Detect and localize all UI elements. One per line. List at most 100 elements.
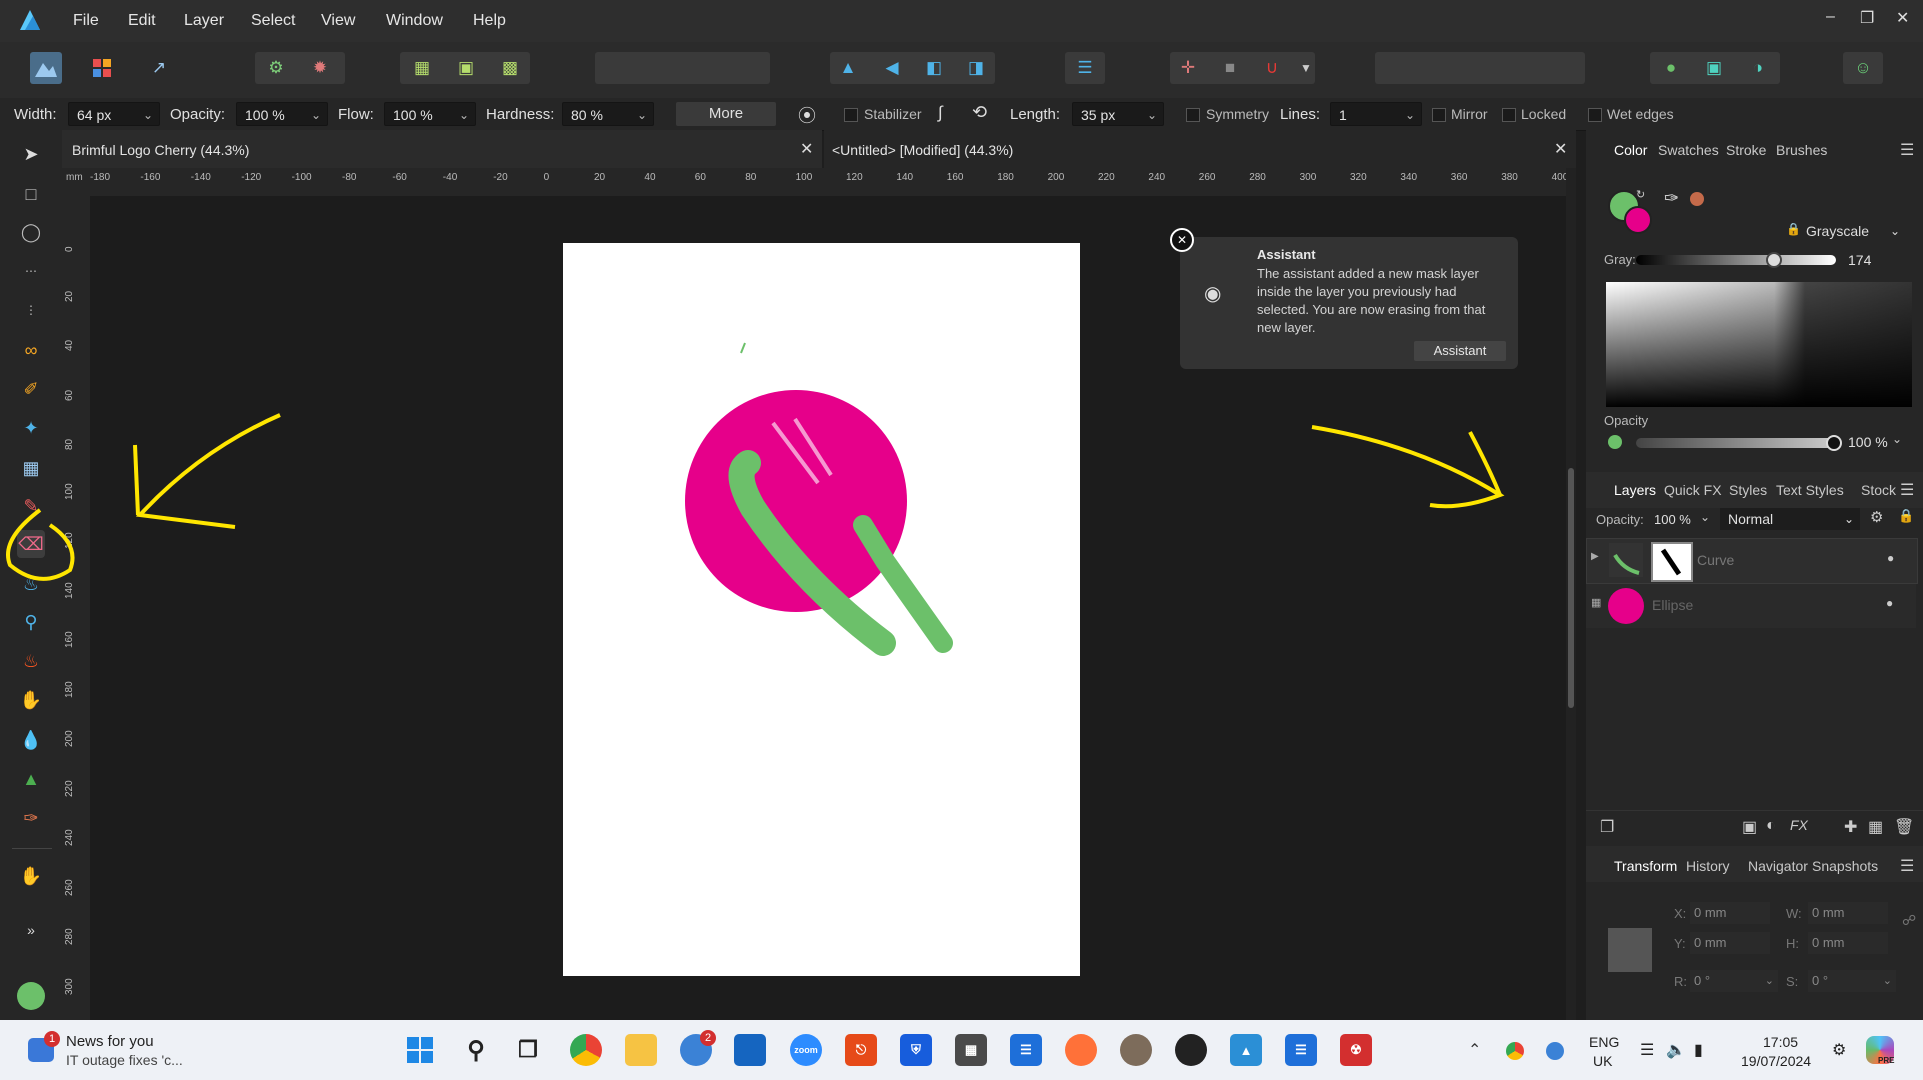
tab-snapshots[interactable]: Snapshots — [1812, 858, 1878, 874]
tab-navigator[interactable]: Navigator — [1748, 858, 1808, 874]
notification-icon[interactable]: ⚙ — [1832, 1040, 1846, 1060]
affinity-photo-taskbar-icon[interactable]: ▲ — [1230, 1034, 1262, 1066]
anchor-selector[interactable] — [1608, 928, 1652, 972]
adjustment-layer-icon[interactable]: ◐ — [1766, 817, 1776, 835]
h-field[interactable]: 0 mm — [1808, 932, 1888, 954]
user-account-icon[interactable]: ☺ — [1847, 52, 1879, 84]
flow-field[interactable]: 100 % ⌄ — [384, 102, 476, 126]
gray-ramp[interactable] — [1606, 282, 1912, 407]
color-mode-dropdown[interactable]: Grayscale ⌄ — [1776, 220, 1906, 242]
swap-colors-icon[interactable]: ↻ — [1636, 188, 1645, 201]
add-layer-icon[interactable]: ✚ — [1844, 817, 1857, 837]
mask-layer-thumbnail[interactable] — [1651, 542, 1693, 582]
close-assistant-icon[interactable]: ✕ — [1170, 228, 1194, 252]
affinity-photo-logo-icon[interactable] — [18, 8, 42, 32]
battery-icon[interactable]: ▮ — [1694, 1040, 1703, 1060]
acrobat-icon[interactable]: ☢ — [1340, 1034, 1372, 1066]
liquify-persona-icon[interactable] — [86, 52, 118, 84]
tab-text-styles[interactable]: Text Styles — [1776, 482, 1844, 498]
menu-view[interactable]: View — [321, 12, 355, 30]
erase-brush-icon[interactable]: ⌫ — [17, 530, 45, 558]
color-picker-icon[interactable]: ✑ — [17, 804, 45, 832]
blur-tool-icon[interactable]: 💧 — [17, 726, 45, 754]
vpn-tray-icon[interactable] — [1546, 1042, 1564, 1060]
locked-checkbox[interactable] — [1502, 108, 1516, 122]
menu-edit[interactable]: Edit — [128, 12, 156, 30]
file-explorer-icon[interactable] — [625, 1034, 657, 1066]
zoom-tool-icon[interactable]: ⚲ — [17, 608, 45, 636]
rotate-left-icon[interactable]: ◧ — [918, 52, 950, 84]
x-field[interactable]: 0 mm — [1690, 902, 1770, 924]
freehand-selection-icon[interactable]: ∞ — [17, 336, 45, 364]
menu-help[interactable]: Help — [473, 12, 506, 30]
assistant-button[interactable]: Assistant — [1414, 341, 1506, 361]
snapping-magnet-icon[interactable]: ∪ — [1256, 52, 1288, 84]
paint-brush-icon[interactable]: ✎ — [17, 492, 45, 520]
bitwarden-icon[interactable]: ⛨ — [900, 1034, 932, 1066]
volume-icon[interactable]: 🔈 — [1666, 1040, 1686, 1060]
layer-row-curve[interactable]: ▶ Curve ● — [1586, 538, 1918, 584]
office-icon[interactable]: ⎋ — [845, 1034, 877, 1066]
photo-persona-icon[interactable] — [30, 52, 62, 84]
microsoft-store-icon[interactable] — [734, 1034, 766, 1066]
select-all-icon[interactable]: ▦ — [406, 52, 438, 84]
menu-layer[interactable]: Layer — [184, 12, 224, 30]
row-marquee-icon[interactable]: ⋯ — [17, 257, 45, 285]
layer-expand-icon[interactable]: ▶ — [1591, 551, 1599, 562]
opacity-slider-knob[interactable] — [1826, 435, 1842, 451]
transform-panel-menu-icon[interactable]: ☰ — [1900, 856, 1914, 876]
calculator-icon[interactable]: ▦ — [955, 1034, 987, 1066]
search-icon[interactable]: ⚲ — [460, 1034, 492, 1066]
layer-visibility-icon[interactable]: ● — [1886, 596, 1893, 610]
snapping-dropdown-icon[interactable]: ▼ — [1290, 52, 1322, 84]
link-icon[interactable]: ☍ — [1902, 912, 1916, 929]
tab-swatches[interactable]: Swatches — [1658, 142, 1719, 158]
menu-file[interactable]: File — [73, 12, 99, 30]
tab-layers[interactable]: Layers — [1614, 482, 1656, 498]
brush-mode-icon[interactable]: ◑ — [1742, 52, 1774, 84]
gear-icon[interactable]: ⚙ — [260, 52, 292, 84]
burn-tool-icon[interactable]: ♨ — [17, 647, 45, 675]
flip-vertical-icon[interactable]: ◀ — [876, 52, 908, 84]
hand-tool-icon[interactable]: ✋ — [17, 862, 45, 890]
picked-color-swatch[interactable] — [1690, 192, 1704, 206]
eyedropper-icon[interactable]: ✑ — [1664, 188, 1679, 209]
column-marquee-icon[interactable]: ⋮ — [17, 296, 45, 324]
chevron-down-icon[interactable]: ⌄ — [1892, 432, 1902, 446]
lock-icon[interactable]: 🔒 — [1898, 508, 1914, 524]
chevron-up-icon[interactable]: ⌃ — [1468, 1040, 1481, 1060]
tab-stock[interactable]: Stock — [1861, 482, 1896, 498]
docs-app-active-icon[interactable]: ☰ — [1285, 1034, 1317, 1066]
opacity-field[interactable]: 100 % ⌄ — [236, 102, 328, 126]
hardness-field[interactable]: 80 % ⌄ — [562, 102, 654, 126]
smudge-tool-icon[interactable]: ✋ — [17, 686, 45, 714]
gear-icon[interactable]: ⚙ — [1870, 508, 1883, 526]
mirror-checkbox[interactable] — [1432, 108, 1446, 122]
layer-row-ellipse[interactable]: ▦ Ellipse ● — [1586, 584, 1916, 628]
opacity-slider[interactable] — [1636, 435, 1842, 451]
stabilizer-checkbox[interactable] — [844, 108, 858, 122]
develop-settings-icon[interactable]: ✹ — [304, 52, 336, 84]
tab-transform[interactable]: Transform — [1614, 858, 1677, 874]
clock-date[interactable]: 19/07/2024 — [1741, 1053, 1811, 1069]
gray-value[interactable]: 174 — [1848, 252, 1871, 268]
w-field[interactable]: 0 mm — [1808, 902, 1888, 924]
pen-tool-icon[interactable]: ▲ — [17, 765, 45, 793]
guides-icon[interactable]: ✛ — [1172, 52, 1204, 84]
zoom-icon[interactable]: zoom — [790, 1034, 822, 1066]
more-button[interactable]: More — [676, 102, 776, 126]
group-layers-icon[interactable]: ▦ — [1868, 817, 1883, 837]
inkscape-icon[interactable] — [1175, 1034, 1207, 1066]
snapping-mode-icon[interactable]: ■ — [1214, 52, 1246, 84]
canvas-vertical-scrollbar[interactable] — [1566, 168, 1576, 1020]
ellipse-marquee-icon[interactable]: ◯ — [17, 218, 45, 246]
blend-mode-dropdown[interactable]: Normal ⌄ — [1720, 508, 1860, 530]
flood-select-icon[interactable]: ✦ — [17, 414, 45, 442]
document-page[interactable] — [563, 243, 1080, 976]
close-tab-icon[interactable]: ✕ — [800, 139, 813, 159]
close-window-icon[interactable]: ✕ — [1896, 8, 1909, 28]
force-pressure-icon[interactable]: ⦿ — [798, 102, 816, 128]
rope-mode-icon[interactable]: ∫ — [938, 103, 943, 123]
document-tab-untitled[interactable]: <Untitled> [Modified] (44.3%) ✕ — [824, 130, 1576, 168]
fx-icon[interactable]: FX — [1790, 817, 1808, 833]
